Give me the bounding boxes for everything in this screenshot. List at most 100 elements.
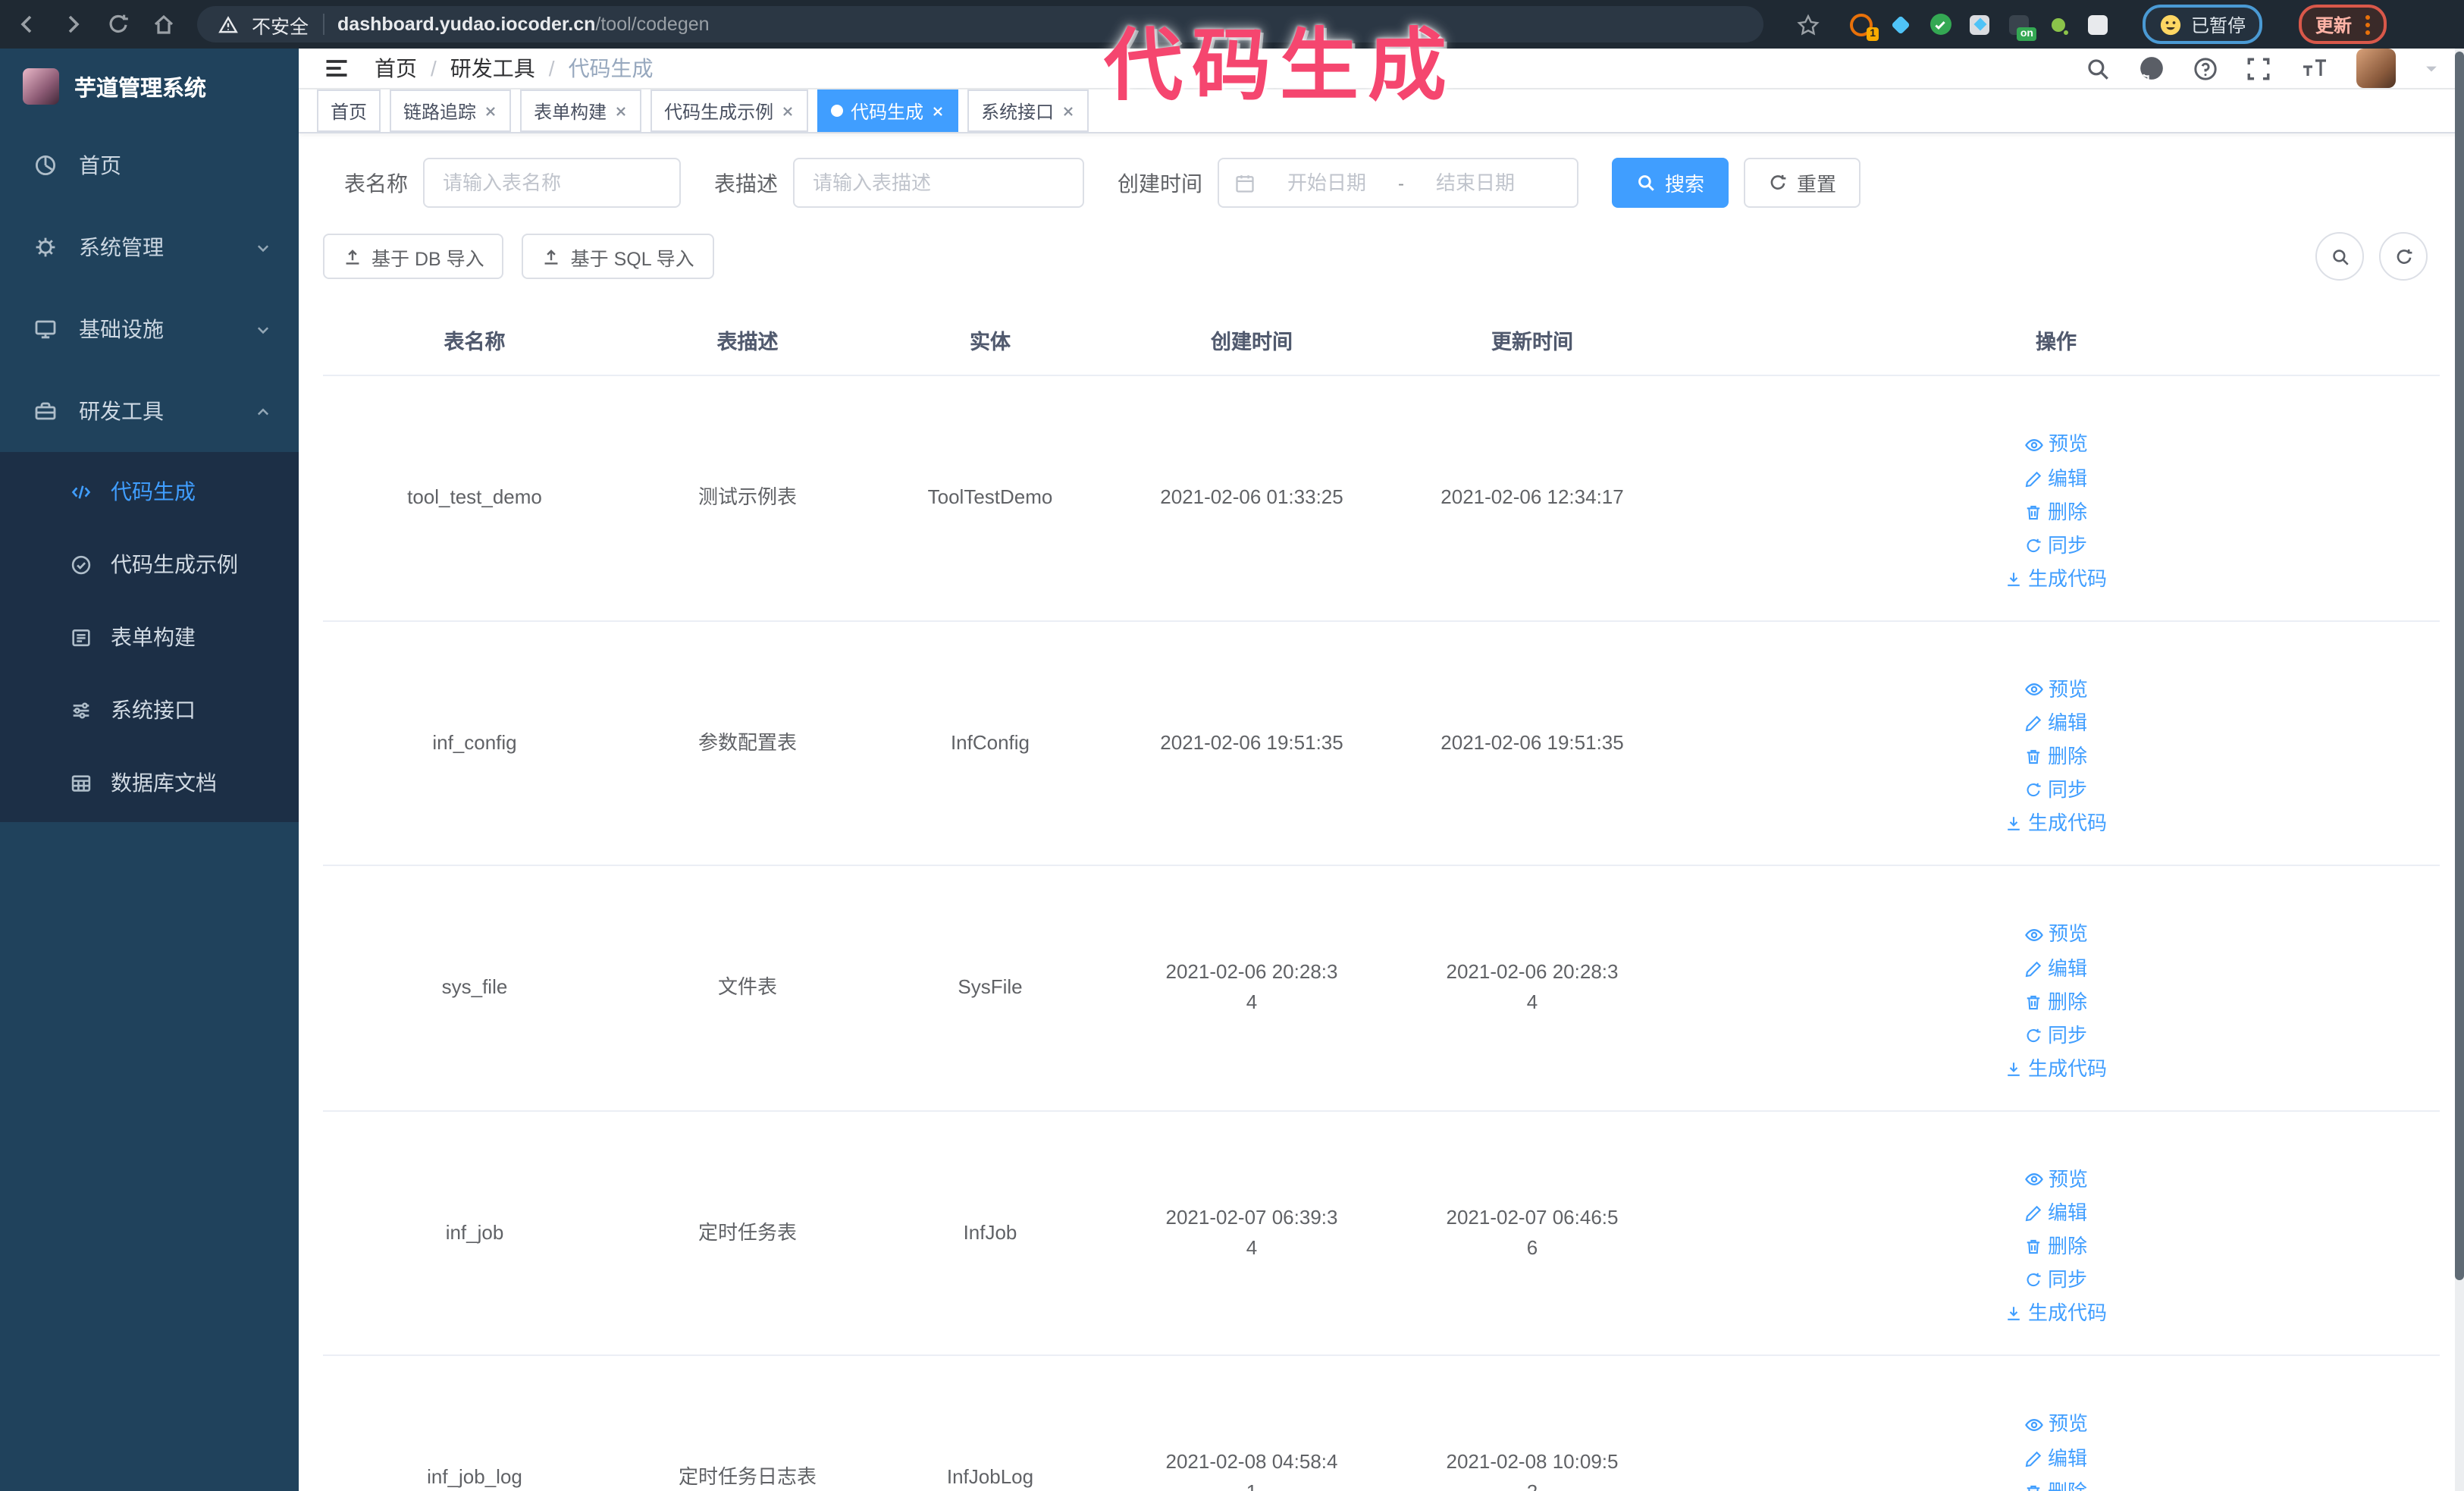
tab-label: 链路追踪	[403, 101, 477, 122]
generate-code-link[interactable]: 生成代码	[2005, 1298, 2107, 1329]
extension-icon-4[interactable]	[1968, 13, 1991, 36]
close-icon[interactable]	[614, 104, 628, 118]
sync-icon	[2027, 1028, 2042, 1042]
edit-link[interactable]: 编辑	[2025, 1198, 2087, 1229]
sync-link[interactable]: 同步	[2025, 1265, 2087, 1295]
breadcrumb-dev-tools: 研发工具	[450, 56, 535, 80]
extension-icon-3[interactable]	[1929, 13, 1951, 36]
sidebar-item-system-api[interactable]: 系统接口	[0, 673, 299, 746]
sidebar-item-system[interactable]: 系统管理	[0, 206, 299, 288]
sidebar-item-label: 数据库文档	[111, 771, 217, 795]
delete-link[interactable]: 删除	[2025, 1232, 2087, 1262]
scrollbar[interactable]	[2455, 49, 2464, 1491]
app-logo-row[interactable]: 芋道管理系统	[0, 49, 299, 124]
generate-code-link[interactable]: 生成代码	[2005, 808, 2107, 839]
cell-table-desc: 测试示例表	[626, 375, 869, 621]
start-date-input[interactable]	[1265, 170, 1389, 196]
end-date-input[interactable]	[1413, 170, 1538, 196]
cell-created: 2021-02-08 04:58:4 1	[1111, 1355, 1392, 1491]
sidebar-item-db-docs[interactable]: 数据库文档	[0, 746, 299, 819]
sync-link[interactable]: 同步	[2025, 530, 2087, 560]
edit-link[interactable]: 编辑	[2025, 1443, 2087, 1474]
sync-link[interactable]: 同步	[2025, 1020, 2087, 1050]
table-name-input[interactable]	[423, 158, 681, 208]
cell-entity: ToolTestDemo	[869, 375, 1111, 621]
extension-icon-2[interactable]	[1889, 13, 1912, 36]
tab-home[interactable]: 首页	[317, 89, 381, 132]
sidebar-item-form-builder[interactable]: 表单构建	[0, 601, 299, 673]
table-desc-input[interactable]	[793, 158, 1084, 208]
cell-entity: InfJob	[869, 1110, 1111, 1356]
delete-link[interactable]: 删除	[2025, 497, 2087, 527]
sliders-icon	[70, 698, 92, 721]
sidebar-item-infrastructure[interactable]: 基础设施	[0, 288, 299, 370]
github-icon[interactable]	[2138, 55, 2165, 82]
date-range-picker[interactable]: -	[1218, 158, 1578, 208]
home-icon[interactable]	[152, 12, 176, 36]
close-icon[interactable]	[484, 104, 497, 118]
avatar[interactable]	[2356, 49, 2396, 88]
preview-link[interactable]: 预览	[2024, 919, 2088, 950]
import-db-button[interactable]: 基于 DB 导入	[323, 234, 504, 279]
extension-icon-5[interactable]: on	[2008, 13, 2036, 40]
bookmark-star-icon[interactable]	[1797, 13, 1820, 36]
search-button[interactable]: 搜索	[1612, 158, 1729, 208]
update-button[interactable]: 更新	[2299, 5, 2387, 44]
collapse-sidebar-icon[interactable]	[323, 55, 350, 82]
sync-link[interactable]: 同步	[2025, 775, 2087, 805]
preview-link[interactable]: 预览	[2024, 1409, 2088, 1439]
tab-codegen-example[interactable]: 代码生成示例	[650, 89, 809, 132]
sidebar-item-home[interactable]: 首页	[0, 124, 299, 206]
download-icon	[2008, 1062, 2020, 1075]
user-menu-caret-icon[interactable]	[2423, 60, 2440, 77]
extension-icon-7[interactable]	[2086, 13, 2109, 36]
close-icon[interactable]	[781, 104, 795, 118]
preview-link[interactable]: 预览	[2024, 674, 2088, 705]
update-label: 更新	[2315, 14, 2353, 36]
tab-system-api[interactable]: 系统接口	[967, 89, 1089, 132]
profile-paused-badge[interactable]: 已暂停	[2143, 5, 2263, 44]
breadcrumb-home[interactable]: 首页	[375, 53, 417, 83]
tab-tracing[interactable]: 链路追踪	[390, 89, 512, 132]
close-icon[interactable]	[1061, 104, 1075, 118]
address-bar[interactable]: 不安全 dashboard.yudao.iocoder.cn/tool/code…	[197, 6, 1763, 42]
refresh-table-button[interactable]	[2379, 232, 2428, 281]
back-icon[interactable]	[15, 12, 39, 36]
font-size-icon[interactable]	[2299, 56, 2329, 80]
sidebar-item-codegen-example[interactable]: 代码生成示例	[0, 528, 299, 601]
preview-link[interactable]: 预览	[2024, 429, 2088, 460]
edit-link[interactable]: 编辑	[2025, 463, 2087, 494]
forward-icon[interactable]	[61, 12, 85, 36]
edit-link[interactable]: 编辑	[2025, 953, 2087, 984]
sidebar-item-dev-tools[interactable]: 研发工具	[0, 370, 299, 452]
col-entity: 实体	[869, 305, 1111, 376]
delete-link[interactable]: 删除	[2025, 1477, 2087, 1491]
generate-code-link[interactable]: 生成代码	[2005, 563, 2107, 594]
tab-form-builder[interactable]: 表单构建	[520, 89, 642, 132]
toggle-search-button[interactable]	[2315, 232, 2364, 281]
cell-created: 2021-02-06 20:28:3 4	[1111, 865, 1392, 1111]
extension-icon-6[interactable]	[2047, 13, 2070, 36]
import-sql-button[interactable]: 基于 SQL 导入	[522, 234, 714, 279]
reset-button[interactable]: 重置	[1744, 158, 1861, 208]
sync-icon	[2027, 538, 2042, 552]
cell-updated: 2021-02-06 20:28:3 4	[1392, 865, 1672, 1111]
preview-link[interactable]: 预览	[2024, 1164, 2088, 1194]
close-icon[interactable]	[931, 104, 945, 118]
sidebar-item-codegen[interactable]: 代码生成	[0, 455, 299, 528]
delete-link[interactable]: 删除	[2025, 987, 2087, 1017]
delete-link[interactable]: 删除	[2025, 742, 2087, 772]
breadcrumb-separator: /	[548, 56, 555, 80]
tab-codegen[interactable]: 代码生成	[817, 89, 959, 132]
table-row: sys_file 文件表 SysFile 2021-02-06 20:28:3 …	[323, 865, 2440, 1111]
table-row: tool_test_demo 测试示例表 ToolTestDemo 2021-0…	[323, 375, 2440, 621]
reload-icon[interactable]	[106, 12, 130, 36]
generate-code-link[interactable]: 生成代码	[2005, 1053, 2107, 1084]
help-icon[interactable]	[2193, 55, 2218, 81]
search-icon[interactable]	[2085, 55, 2111, 81]
extension-icon-1[interactable]: 1	[1850, 13, 1879, 40]
fullscreen-icon[interactable]	[2246, 55, 2271, 81]
edit-link[interactable]: 编辑	[2025, 708, 2087, 739]
pencil-icon	[2026, 1205, 2042, 1222]
chevron-down-icon	[255, 239, 271, 256]
